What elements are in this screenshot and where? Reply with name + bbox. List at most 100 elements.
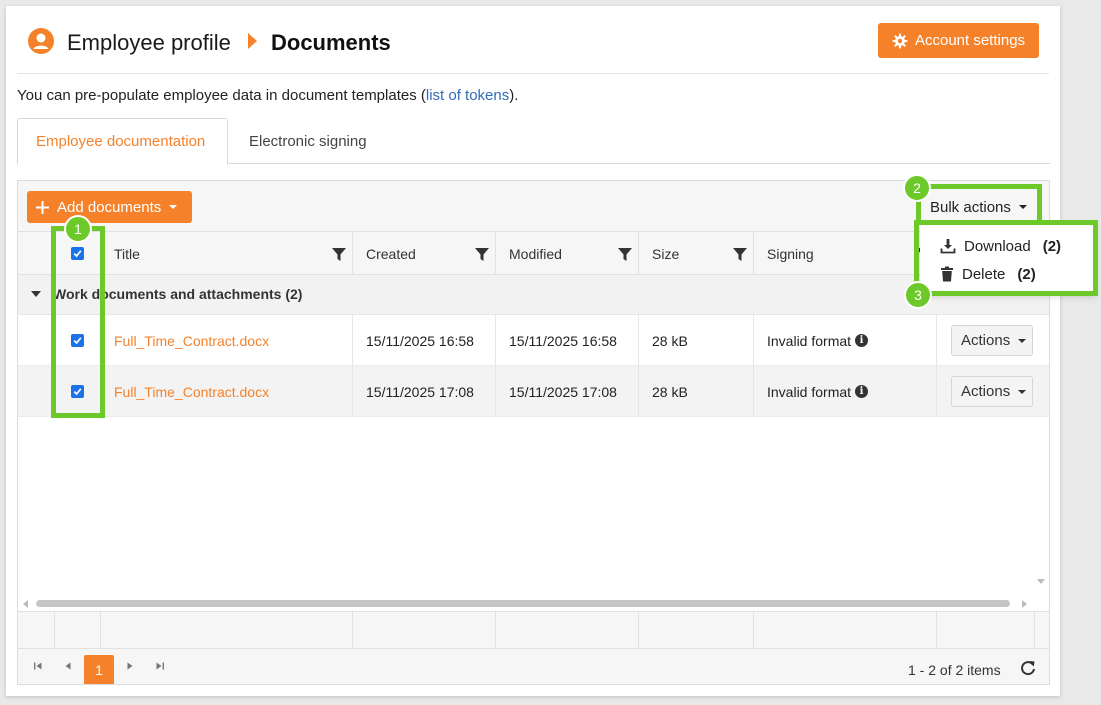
footer-cell: [353, 612, 496, 650]
row-spacer: [18, 315, 55, 366]
trash-icon: [941, 266, 953, 282]
page-header: Employee profile Documents Account setti…: [6, 6, 1060, 74]
scroll-down-arrow-icon[interactable]: [1037, 579, 1045, 584]
intro-text-before: You can pre-populate employee data in do…: [17, 87, 426, 104]
scrollbar-thumb[interactable]: [36, 600, 1010, 607]
group-row: Work documents and attachments (2): [18, 275, 1049, 315]
page-title: Documents: [271, 30, 391, 55]
chevron-down-icon: [169, 205, 178, 209]
signing-cell: Invalid format i: [754, 315, 937, 366]
bulk-actions-menu: Download (2) Delete (2): [920, 223, 1096, 295]
add-documents-button[interactable]: Add documents: [27, 191, 192, 223]
footer-cell: [937, 612, 1035, 650]
header-divider: [17, 73, 1049, 74]
info-icon[interactable]: i: [855, 385, 869, 398]
user-avatar-icon: [28, 28, 54, 54]
bulk-download-count: (2): [1042, 237, 1062, 255]
actions-cell: Actions: [937, 366, 1049, 417]
row-actions-button[interactable]: Actions: [951, 376, 1033, 407]
row-spacer: [18, 366, 55, 417]
document-tabs: Employee documentation Electronic signin…: [17, 118, 1050, 165]
scroll-right-arrow-icon[interactable]: [1022, 600, 1027, 608]
table-header: Title Created Modified Size Signing: [18, 232, 1049, 275]
account-settings-button[interactable]: Account settings: [878, 23, 1039, 58]
prev-page-icon[interactable]: [60, 658, 76, 674]
document-title-link[interactable]: Full_Time_Contract.docx: [101, 366, 353, 417]
footer-cell: [754, 612, 937, 650]
scroll-left-arrow-icon[interactable]: [23, 600, 28, 608]
bulk-delete-label: Delete: [962, 265, 1006, 283]
footer-cell: [639, 612, 754, 650]
bulk-actions-button[interactable]: Bulk actions: [924, 194, 1036, 220]
chevron-down-icon: [1018, 338, 1027, 343]
documents-card: Employee profile Documents Account setti…: [6, 6, 1060, 696]
header-spacer: [18, 232, 55, 275]
created-cell: 15/11/2025 16:58: [353, 315, 496, 366]
row-checkbox[interactable]: [71, 334, 84, 347]
next-page-icon[interactable]: [122, 658, 138, 674]
column-header-size[interactable]: Size: [639, 232, 754, 275]
pager-info: 1 - 2 of 2 items: [908, 662, 1001, 678]
size-cell: 28 kB: [639, 315, 754, 366]
created-cell: 15/11/2025 17:08: [353, 366, 496, 417]
tab-electronic-signing[interactable]: Electronic signing: [231, 118, 385, 164]
footer-cell: [55, 612, 101, 650]
bulk-actions-label: Bulk actions: [930, 198, 1011, 216]
last-page-icon[interactable]: [152, 658, 168, 674]
footer-cell: [496, 612, 639, 650]
group-label: Work documents and attachments (2): [53, 286, 303, 302]
intro-text: You can pre-populate employee data in do…: [17, 87, 518, 104]
breadcrumb-parent[interactable]: Employee profile: [67, 30, 231, 56]
tab-employee-documentation[interactable]: Employee documentation: [17, 118, 228, 165]
annotation-badge-3: 3: [904, 281, 932, 309]
horizontal-scrollbar[interactable]: [18, 595, 1049, 611]
column-signing-label: Signing: [767, 245, 814, 262]
add-documents-label: Add documents: [57, 198, 162, 216]
row-checkbox[interactable]: [71, 385, 84, 398]
column-size-label: Size: [652, 245, 680, 262]
breadcrumb-separator-icon: [248, 33, 257, 49]
footer-cell: [101, 612, 353, 650]
intro-text-after: ).: [509, 87, 519, 104]
column-modified-label: Modified: [509, 245, 562, 262]
document-title-link[interactable]: Full_Time_Contract.docx: [101, 315, 353, 366]
collapse-group-icon[interactable]: [31, 291, 41, 297]
chevron-down-icon: [1018, 389, 1027, 394]
gear-icon: [892, 33, 908, 48]
column-header-modified[interactable]: Modified: [496, 232, 639, 275]
annotation-badge-2: 2: [903, 174, 931, 202]
current-page-button[interactable]: 1: [84, 655, 114, 684]
bulk-delete-item[interactable]: Delete (2): [940, 262, 1036, 286]
grid-toolbar: Add documents Bulk actions: [18, 181, 1049, 232]
row-actions-label: Actions: [961, 383, 1011, 400]
modified-cell: 15/11/2025 16:58: [496, 315, 639, 366]
list-of-tokens-link[interactable]: list of tokens: [426, 87, 509, 104]
row-actions-label: Actions: [961, 332, 1011, 349]
bulk-download-label: Download: [964, 237, 1031, 255]
column-header-created[interactable]: Created: [353, 232, 496, 275]
documents-grid: Add documents Bulk actions Title Created: [17, 180, 1050, 685]
column-header-title[interactable]: Title: [101, 232, 353, 275]
account-settings-label: Account settings: [914, 32, 1026, 49]
actions-cell: Actions: [937, 315, 1049, 366]
first-page-icon[interactable]: [30, 658, 46, 674]
row-actions-button[interactable]: Actions: [951, 325, 1033, 356]
signing-status: Invalid format: [767, 332, 852, 349]
column-header-signing[interactable]: Signing: [754, 232, 937, 275]
row-select-cell: [55, 366, 101, 417]
pager: 1 1 - 2 of 2 items: [18, 649, 1049, 684]
size-cell: 28 kB: [639, 366, 754, 417]
select-all-checkbox[interactable]: [71, 247, 84, 260]
info-icon[interactable]: i: [855, 334, 869, 347]
refresh-icon[interactable]: [1019, 659, 1037, 680]
table-row: Full_Time_Contract.docx 15/11/2025 16:58…: [18, 315, 1049, 366]
signing-cell: Invalid format i: [754, 366, 937, 417]
grid-footer-row: [18, 611, 1049, 650]
plus-icon: [36, 200, 49, 214]
bulk-delete-count: (2): [1017, 265, 1036, 283]
annotation-badge-1: 1: [64, 215, 92, 243]
modified-cell: 15/11/2025 17:08: [496, 366, 639, 417]
download-icon: [940, 239, 956, 254]
chevron-down-icon: [1018, 205, 1027, 209]
bulk-download-item[interactable]: Download (2): [940, 234, 1061, 258]
